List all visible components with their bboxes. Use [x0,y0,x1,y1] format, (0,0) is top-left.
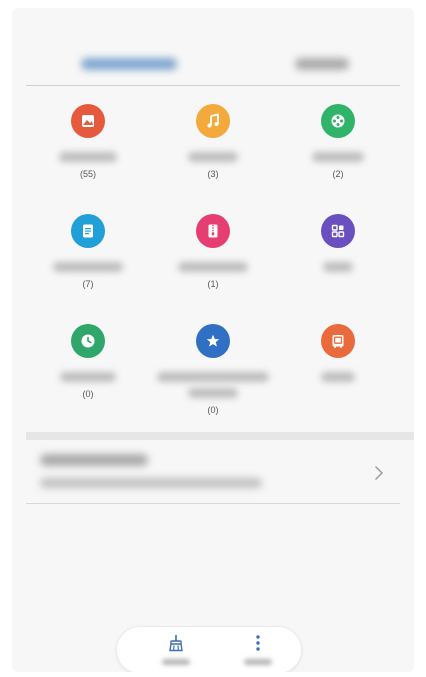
image-icon [71,104,105,138]
category-recent[interactable]: (0) [26,324,150,400]
more-button[interactable] [233,633,283,672]
category-label [321,372,355,382]
storage-capacity-blurred [40,478,262,488]
internal-storage-row[interactable] [26,448,400,504]
file-manager-screen: (55) (3) (2) (7) (1) (0) (0) [12,8,414,672]
category-count: (1) [207,279,219,289]
category-documents[interactable]: (7) [26,214,150,290]
category-label-line2 [188,388,238,398]
category-label [60,372,116,382]
chevron-right-icon [375,466,383,480]
bottom-action-bar [116,626,302,672]
section-divider [26,432,414,440]
favorites-star-icon [196,324,230,358]
storage-title-blurred [40,454,148,466]
category-count: (0) [82,389,94,399]
category-label [178,262,248,272]
category-label [59,152,117,162]
category-images[interactable]: (55) [26,104,150,180]
category-count: (2) [332,169,344,179]
tab-local[interactable] [282,52,362,76]
clean-up-label-blurred [162,659,190,665]
more-label-blurred [244,659,272,665]
safe-icon [321,324,355,358]
archive-icon [196,214,230,248]
category-safe[interactable] [276,324,400,400]
recent-clock-icon [71,324,105,358]
category-count: (55) [79,169,96,179]
category-favorites[interactable]: (0) [151,324,275,416]
category-label [157,372,269,382]
broom-clean-icon [169,634,183,652]
category-audio[interactable]: (3) [151,104,275,180]
category-label [312,152,364,162]
tab-label-blurred [81,58,177,70]
music-icon [196,104,230,138]
category-archives[interactable]: (1) [151,214,275,290]
clean-up-button[interactable] [151,633,201,672]
category-count: (7) [82,279,94,289]
category-label [323,262,353,272]
category-count: (0) [207,405,219,415]
category-label [53,262,123,272]
category-apps[interactable] [276,214,400,290]
category-count: (3) [207,169,219,179]
category-videos[interactable]: (2) [276,104,400,180]
apps-icon [321,214,355,248]
more-vertical-icon [256,635,260,651]
tab-indicator [76,84,180,86]
tab-categories[interactable] [74,52,184,76]
category-label [188,152,238,162]
tab-bar [26,42,400,86]
video-icon [321,104,355,138]
document-icon [71,214,105,248]
tab-label-blurred [295,58,349,70]
